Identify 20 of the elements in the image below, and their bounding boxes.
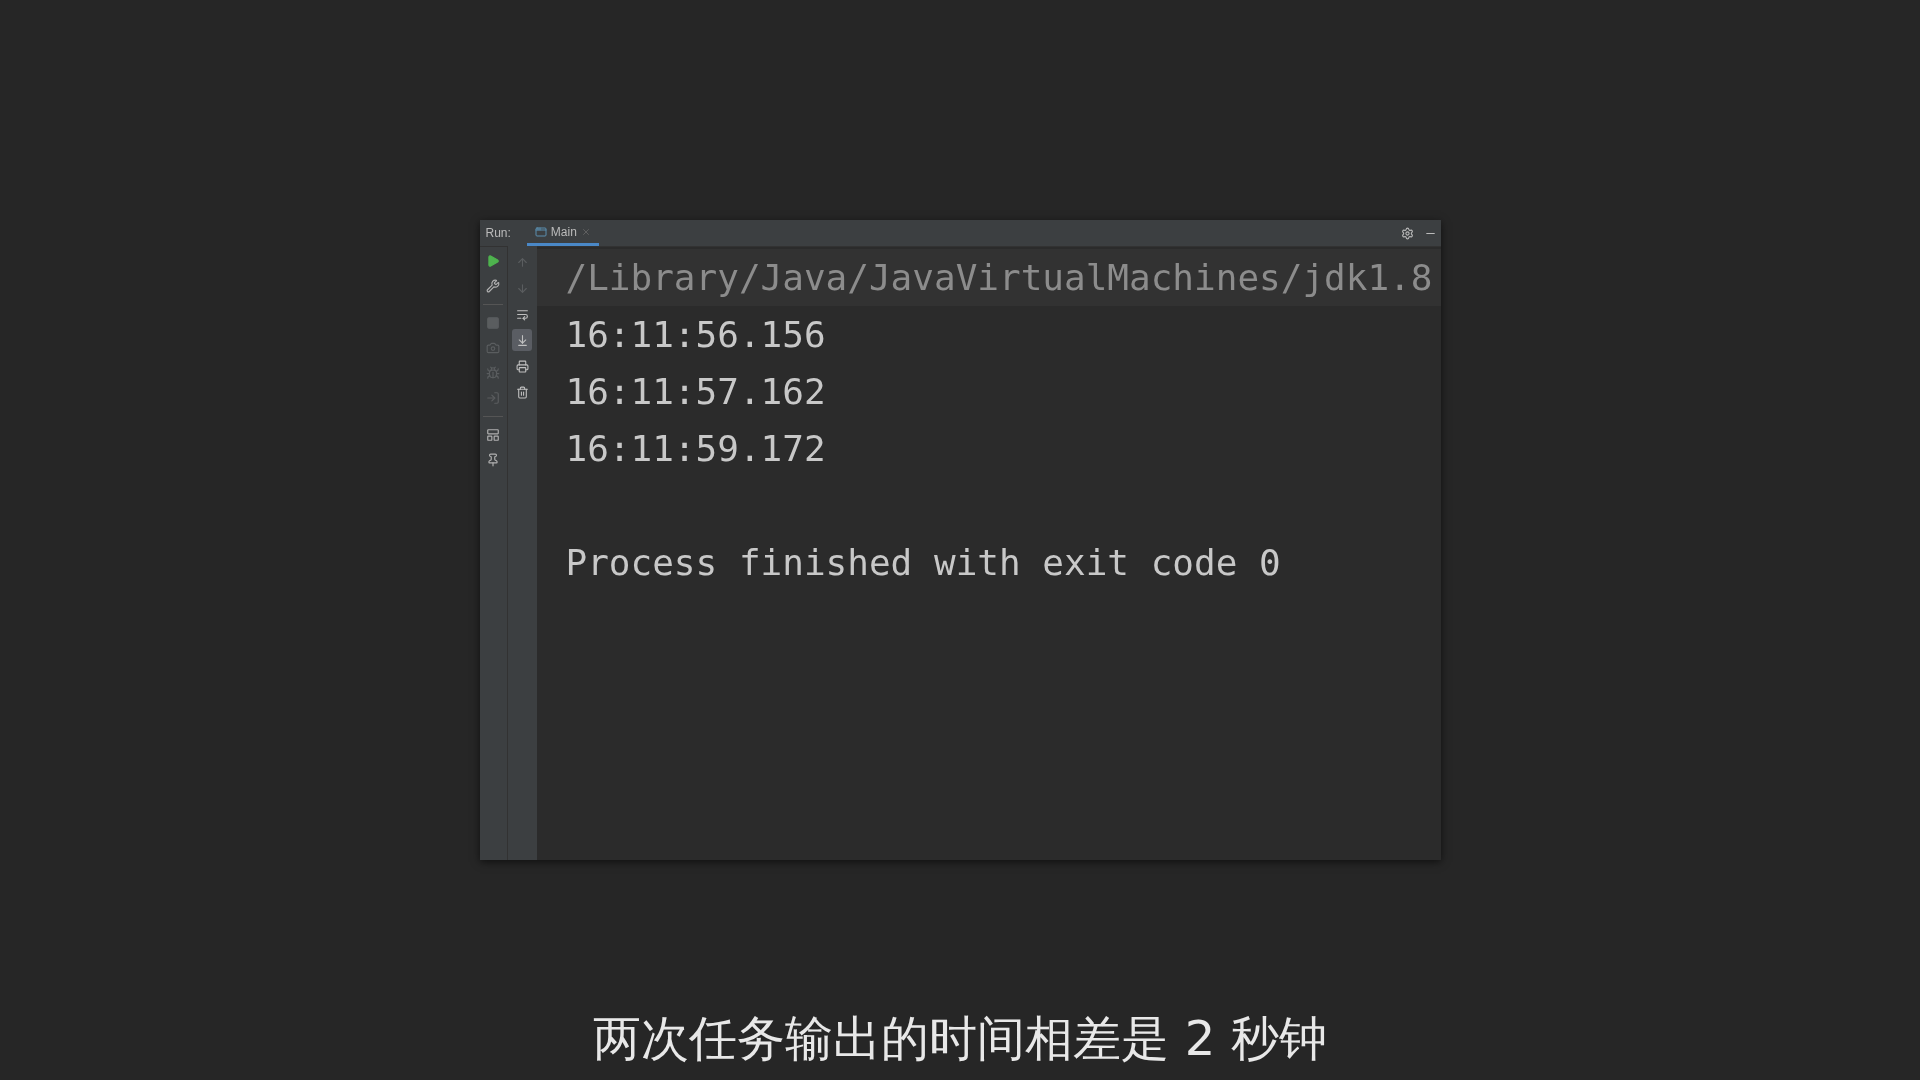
output-line: Process finished with exit code 0 xyxy=(565,542,1281,583)
run-label: Run: xyxy=(485,225,511,242)
tab-label: Main xyxy=(550,223,577,241)
down-arrow-icon xyxy=(515,281,529,295)
window-icon xyxy=(534,225,547,238)
settings-icon[interactable] xyxy=(1400,226,1414,240)
trash-icon xyxy=(515,385,529,399)
subtitle: 两次任务输出的时间相差是 2 秒钟 xyxy=(593,1009,1327,1068)
wrap-icon xyxy=(515,307,529,321)
scroll-to-end-icon xyxy=(515,333,529,347)
output-line: 16:11:57.162 xyxy=(565,371,826,412)
play-icon[interactable] xyxy=(486,254,500,268)
layout-icon[interactable] xyxy=(486,428,500,442)
wrench-icon[interactable] xyxy=(486,279,500,293)
output-line: 16:11:56.156 xyxy=(565,314,826,355)
output-line: 16:11:59.172 xyxy=(565,428,826,469)
toolbar-button[interactable] xyxy=(512,329,532,351)
printer-icon xyxy=(515,359,529,373)
pin-icon[interactable] xyxy=(486,453,500,467)
up-arrow-icon xyxy=(515,255,529,269)
